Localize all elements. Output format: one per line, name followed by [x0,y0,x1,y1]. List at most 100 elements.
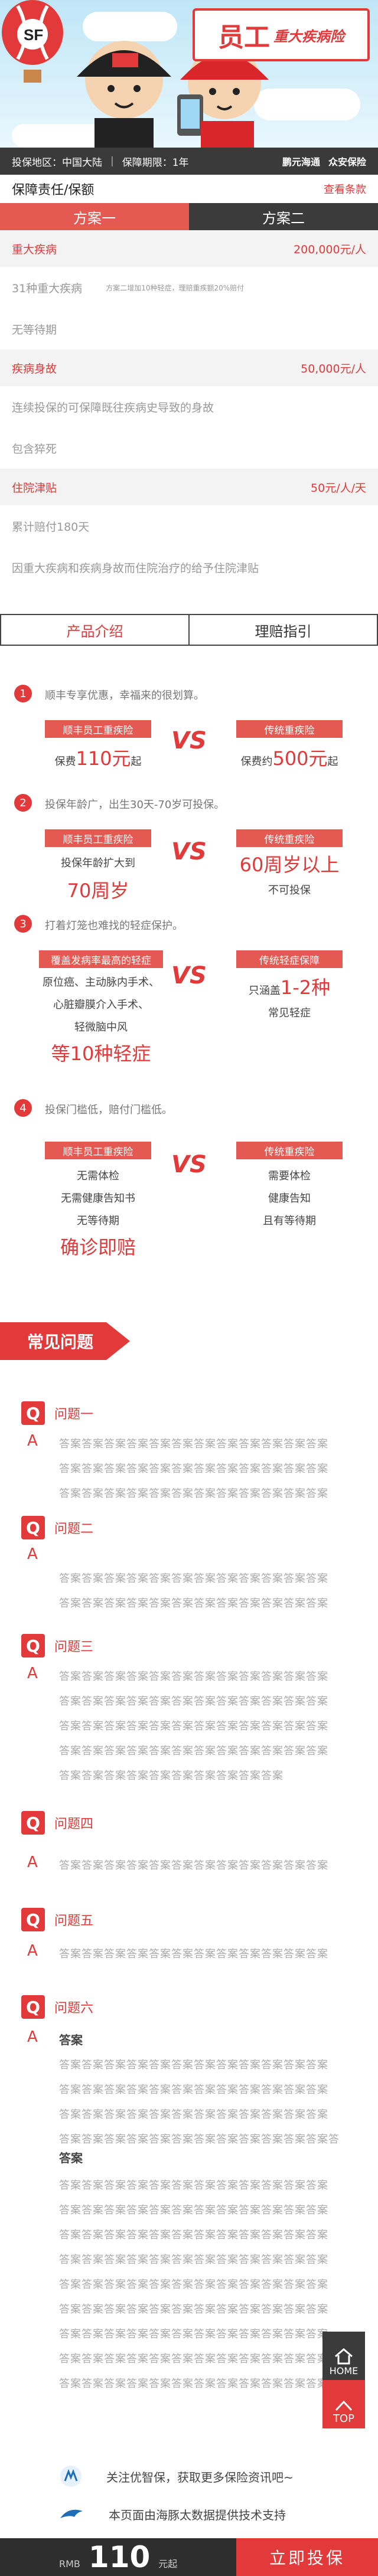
question-icon: Q [21,1995,45,2019]
coverage-row-death: 疾病身故 50,000元/人 [0,349,378,386]
separator: | [110,155,114,167]
question-text: 问题六 [54,2001,94,2016]
region-value: 中国大陆 [62,156,102,169]
feature-right-text: 健康告知 [268,1192,311,1205]
answer-text: 答案答案答案答案答案答案答案答案答案答案答案答案 [59,1859,328,1872]
price-currency: RMB [59,2558,80,2570]
price-display: RMB 110 元起 [0,2540,177,2574]
question-icon: Q [21,1634,45,1658]
answer-bold-label: 答案 [59,2151,83,2165]
dolphin-logo-icon [60,2509,83,2518]
feature-left-text: 轻微脑中风 [74,1021,128,1034]
buy-now-button[interactable]: 立即投保 [236,2538,378,2576]
coverage-header: 保障责任/保额 查看条款 [0,175,378,203]
answer-text: 答案答案答案答案答案答案答案答案答案答案答案答案 [59,1488,328,1500]
answer-text: 答案答案答案答案答案答案答案答案答案答案答案答案答 [59,2133,340,2146]
banner-title-small: 重大疾病险 [273,28,344,45]
feature-right-text: 常见轻症 [268,1007,311,1019]
answer-bold-label: 答案 [59,2033,83,2047]
faq-question[interactable]: Q 问题六 [21,1995,93,2019]
follow-row[interactable]: 关注优智保，获取更多保险资讯吧~ [0,2461,378,2491]
answer-text: 答案答案答案答案答案答案答案答案答案答案答案答案 [59,1573,328,1585]
question-text: 问题二 [54,1522,94,1537]
answer-text: 答案答案答案答案答案答案答案答案答案答案答案答案 [59,2254,328,2266]
tab-plan-two[interactable]: 方案二 [189,203,378,230]
price-value: 110 [88,2540,151,2574]
feature-right-text: 不可投保 [268,884,311,897]
tab-product-intro[interactable]: 产品介绍 [1,615,190,645]
coverage-row-detail: 包含猝死 [0,427,378,469]
answer-icon: A [27,1432,38,1450]
faq-question[interactable]: Q 问题一 [21,1401,93,1425]
answer-text: 答案答案答案答案答案答案答案答案答案答案答案答案 [59,1948,328,1960]
svg-text:SF: SF [24,26,43,44]
feature-title: 投保年龄广，出生30天-70岁可投保。 [45,799,225,811]
feature-left-text: 原位癌、主动脉内手术、 [43,976,159,989]
coverage-note: 方案二增加10种轻症，理赔重疾额20%赔付 [106,283,245,292]
coverage-row-detail: 因重大疾病和疾病身故而住院治疗的给予住院津贴 [0,547,378,588]
price-unit: 元起 [158,2558,178,2570]
back-to-top-button[interactable]: TOP [322,2380,365,2428]
period-value: 1年 [172,156,189,169]
feature-right-text: 需要体检 [268,1170,311,1182]
vs-mark: VS [171,962,207,989]
faq-question[interactable]: Q 问题四 [21,1811,93,1835]
answer-text: 答案答案答案答案答案答案答案答案答案答案答案答案 [59,1463,328,1475]
answer-text: 答案答案答案答案答案答案答案答案答案答案答案答案 [59,2179,328,2192]
answer-text: 答案答案答案答案答案答案答案答案答案答案答案答案 [59,1695,328,1708]
banner-title-big: 员工 [218,22,270,53]
feature-left-text: 无等待期 [77,1215,119,1227]
question-icon: Q [21,1908,45,1931]
feature-title: 打着灯笼也难找的轻症保护。 [45,920,183,932]
feature-right-label: 传统重疾险 [236,1142,343,1159]
coverage-row-detail: 31种重大疾病 方案二增加10种轻症，理赔重疾额20%赔付 [0,267,378,308]
vs-mark: VS [171,1151,207,1178]
answer-text: 答案答案答案答案答案答案答案答案答案答案答案答案 [59,2084,328,2096]
faq-question[interactable]: Q 问题二 [21,1516,93,1539]
chevron-up-icon [335,2400,353,2411]
tab-claim-guide[interactable]: 理赔指引 [190,615,377,645]
feature-left-label: 顺丰员工重疾险 [45,829,151,847]
feature-number: 3 [14,915,32,933]
tab-plan-one[interactable]: 方案一 [0,203,189,230]
region-label: 投保地区： [12,156,62,169]
pengyuan-logo: 鹏元海通 [282,156,320,168]
support-row: 本页面由海豚太数据提供技术支持 [0,2499,378,2529]
feature-right-text: 保费约500元起 [240,747,338,770]
feature-right-text: 且有等待期 [263,1215,316,1227]
feature-left-label: 顺丰员工重疾险 [45,720,151,738]
answer-icon: A [27,2028,38,2046]
coverage-detail: 31种重大疾病 [12,282,83,295]
coverage-detail: 因重大疾病和疾病身故而住院治疗的给予住院津贴 [12,561,259,575]
feature-title: 投保门槛低，赔付门槛低。 [45,1104,172,1116]
coverage-detail: 连续投保的可保障既往疾病史导致的身故 [12,401,214,414]
home-icon [335,2348,353,2365]
question-icon: Q [21,1516,45,1539]
faq-question[interactable]: Q 问题五 [21,1908,93,1931]
view-terms-link[interactable]: 查看条款 [324,181,366,197]
feature-left-text: 无需体检 [77,1170,119,1182]
coverage-row-critical-illness: 重大疾病 200,000元/人 [0,230,378,267]
answer-icon: A [27,1665,38,1682]
answer-text: 答案答案答案答案答案答案答案答案答案答案答案答案 [59,1745,328,1757]
page: SF 员工 重大疾病险 投保地区： 中国大陆 | 保障期限： 1年 鹏元海通 众… [0,0,378,2576]
question-text: 问题一 [54,1407,94,1422]
coverage-row-detail: 累计赔付180天 [0,505,378,547]
question-text: 问题四 [54,1817,94,1832]
section-tabs: 产品介绍 理赔指引 [0,614,378,646]
feature-left-text: 心脏瓣膜介入手术、 [53,999,149,1011]
feature-right-label: 传统重疾险 [236,720,343,738]
answer-icon: A [27,1853,38,1871]
partner-logos: 鹏元海通 众安保险 [282,154,366,168]
feature-number: 4 [14,1099,32,1117]
question-icon: Q [21,1811,45,1835]
support-text: 本页面由海豚太数据提供技术支持 [109,2508,286,2522]
answer-text: 答案答案答案答案答案答案答案答案答案答案答案答案 [59,2204,328,2217]
answer-icon: A [27,1545,38,1563]
home-label: HOME [329,2365,359,2376]
home-button[interactable]: HOME [322,2332,365,2380]
faq-question[interactable]: Q 问题三 [21,1634,93,1658]
answer-text: 答案答案答案答案答案答案答案答案答案答案答案答案 [59,1438,328,1450]
coverage-amount: 200,000元/人 [294,243,366,256]
coverage-amount: 50,000元/人 [301,362,366,375]
